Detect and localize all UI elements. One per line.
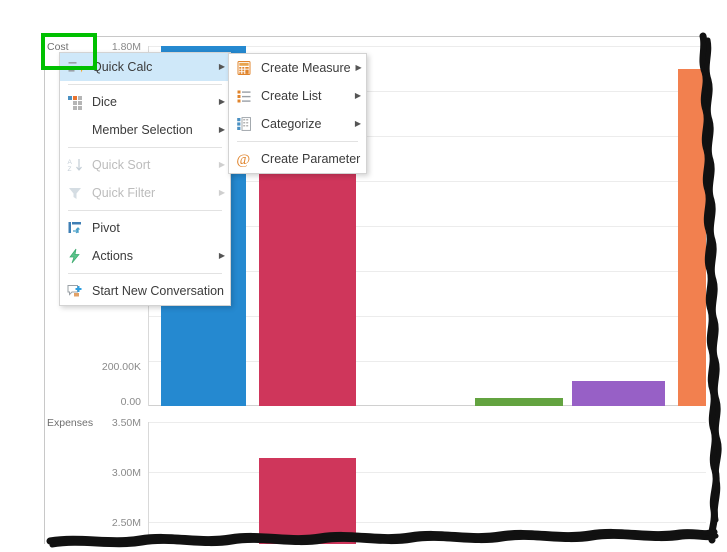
chevron-right-icon: ▶ xyxy=(218,251,226,260)
submenu-label: Create Parameter xyxy=(261,152,361,166)
menu-item-actions[interactable]: Actions ▶ xyxy=(60,242,230,270)
bar-cost-6 xyxy=(678,69,706,406)
menu-label: Start New Conversation xyxy=(92,284,225,298)
menu-item-pivot[interactable]: Pivot ▶ xyxy=(60,214,230,242)
submenu-item-create-parameter[interactable]: @ Create Parameter ▶ xyxy=(229,145,366,173)
menu-label: Dice xyxy=(92,95,118,109)
ytick-cost-2: 0.00 xyxy=(120,396,141,408)
dice-icon xyxy=(60,88,90,116)
svg-text:Z: Z xyxy=(68,166,72,173)
menu-separator xyxy=(68,210,222,211)
new-conversation-icon xyxy=(60,277,90,305)
screenshot-root: Cost 1.80M 200.00K 0.00 Expenses 3.50M 3… xyxy=(0,0,727,552)
highlight-annotation-box xyxy=(41,33,97,70)
menu-separator xyxy=(68,84,222,85)
categorize-icon xyxy=(229,110,259,138)
chevron-right-icon: ▶ xyxy=(354,119,362,128)
svg-text:@: @ xyxy=(236,152,250,167)
quick-calc-submenu[interactable]: Create Measure ▶ Create List ▶ Categoriz… xyxy=(228,53,367,174)
submenu-label: Create List xyxy=(261,89,322,103)
menu-label: Quick Calc xyxy=(92,60,153,74)
menu-item-quick-filter[interactable]: Quick Filter ▶ xyxy=(60,179,230,207)
ytick-exp-1: 3.00M xyxy=(111,467,141,479)
blank-icon xyxy=(60,116,90,144)
menu-label: Quick Filter xyxy=(92,186,156,200)
menu-item-start-new-conversation[interactable]: Start New Conversation ▶ xyxy=(60,277,230,305)
ytick-cost-1: 200.00K xyxy=(101,361,141,373)
menu-label: Actions xyxy=(92,249,133,263)
menu-label: Quick Sort xyxy=(92,158,151,172)
bar-cost-4 xyxy=(475,398,563,406)
pivot-icon xyxy=(60,214,90,242)
submenu-separator xyxy=(237,141,358,142)
at-sign-icon: @ xyxy=(229,145,259,173)
submenu-label: Create Measure xyxy=(261,61,351,75)
submenu-item-categorize[interactable]: Categorize ▶ xyxy=(229,110,366,138)
bar-cost-5 xyxy=(572,381,665,406)
svg-text:A: A xyxy=(68,159,73,166)
menu-item-member-selection[interactable]: Member Selection ▶ xyxy=(60,116,230,144)
menu-label: Member Selection xyxy=(92,123,193,137)
menu-item-dice[interactable]: Dice ▶ xyxy=(60,88,230,116)
bar-exp-2 xyxy=(259,458,356,544)
calculator-icon xyxy=(229,54,259,82)
chevron-right-icon: ▶ xyxy=(355,63,362,72)
chevron-right-icon: ▶ xyxy=(354,91,362,100)
lightning-icon xyxy=(60,242,90,270)
menu-label: Pivot xyxy=(92,221,120,235)
funnel-icon xyxy=(60,179,90,207)
sort-az-icon: A Z xyxy=(60,151,90,179)
ytick-exp-0: 3.50M xyxy=(111,417,141,429)
plot-area-expenses xyxy=(148,422,706,544)
submenu-label: Categorize xyxy=(261,117,322,131)
menu-separator xyxy=(68,273,222,274)
bullet-list-icon xyxy=(229,82,259,110)
menu-separator xyxy=(68,147,222,148)
ytick-exp-2: 2.50M xyxy=(111,517,141,529)
context-menu[interactable]: Quick Calc ▶ Dice ▶ Member Selection ▶ A… xyxy=(59,52,231,306)
chevron-right-icon: ▶ xyxy=(218,188,226,197)
submenu-item-create-measure[interactable]: Create Measure ▶ xyxy=(229,54,366,82)
menu-item-quick-sort[interactable]: A Z Quick Sort ▶ xyxy=(60,151,230,179)
submenu-item-create-list[interactable]: Create List ▶ xyxy=(229,82,366,110)
